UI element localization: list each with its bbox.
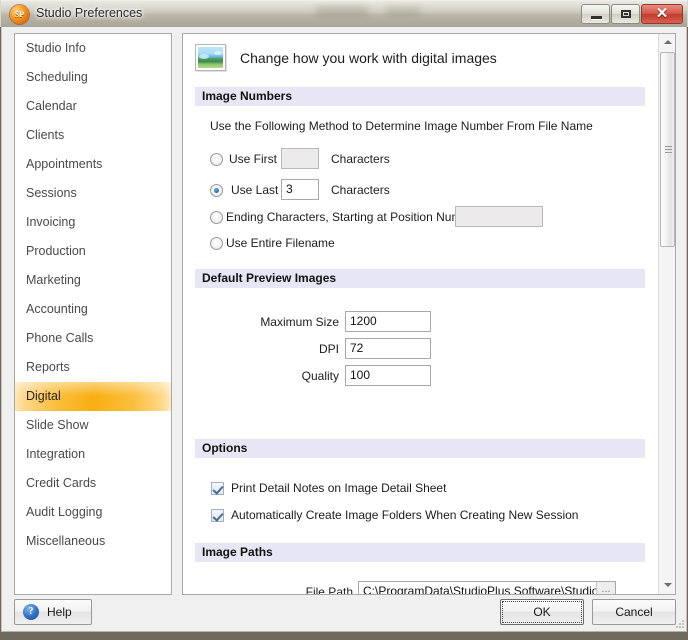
sidebar-item-sessions[interactable]: Sessions bbox=[15, 179, 171, 208]
use-last-characters-input[interactable]: 3 bbox=[281, 179, 319, 200]
use-last-characters-suffix: Characters bbox=[331, 183, 390, 197]
minimize-button[interactable] bbox=[581, 4, 610, 24]
quality-input[interactable]: 100 bbox=[345, 365, 431, 386]
sidebar-item-credit-cards[interactable]: Credit Cards bbox=[15, 469, 171, 498]
window-title: Studio Preferences bbox=[36, 6, 143, 20]
radio-ending-characters-label: Ending Characters, Starting at Position … bbox=[226, 210, 479, 224]
sidebar-item-calendar[interactable]: Calendar bbox=[15, 92, 171, 121]
sidebar-item-digital[interactable]: Digital bbox=[15, 382, 171, 411]
scrollbar-grip-icon bbox=[665, 145, 672, 154]
scroll-up-arrow-icon[interactable] bbox=[659, 34, 675, 51]
radio-use-last-label: Use Last bbox=[231, 183, 279, 197]
sidebar-item-integration[interactable]: Integration bbox=[15, 440, 171, 469]
sidebar-item-label: Sessions bbox=[26, 186, 77, 200]
radio-use-first-label: Use First bbox=[229, 152, 277, 166]
page-title: Change how you work with digital images bbox=[240, 49, 497, 66]
scroll-down-arrow-icon[interactable] bbox=[659, 577, 675, 594]
sidebar-item-label: Clients bbox=[26, 128, 65, 142]
ok-button[interactable]: OK bbox=[500, 599, 584, 625]
radio-ending-characters[interactable] bbox=[210, 211, 223, 224]
scrollbar-thumb[interactable] bbox=[660, 52, 675, 247]
close-button[interactable]: ✕ bbox=[641, 4, 683, 24]
dialog-body: Studio Info Scheduling Calendar Clients … bbox=[1, 27, 687, 632]
close-icon: ✕ bbox=[655, 5, 669, 22]
title-bar[interactable]: SP Studio Preferences ✕ bbox=[0, 0, 688, 27]
dialog-footer: ? Help OK Cancel bbox=[2, 593, 688, 631]
radio-use-entire-filename-label: Use Entire Filename bbox=[226, 236, 335, 250]
ending-characters-position-input[interactable] bbox=[455, 206, 543, 227]
section-header-options: Options bbox=[195, 439, 645, 458]
help-button-label: Help bbox=[47, 605, 72, 619]
section-header-image-paths: Image Paths bbox=[195, 543, 645, 562]
sidebar-item-label: Production bbox=[26, 244, 86, 258]
checkbox-print-detail-notes-label: Print Detail Notes on Image Detail Sheet bbox=[231, 481, 447, 495]
sidebar-item-label: Scheduling bbox=[26, 70, 88, 84]
sidebar-item-appointments[interactable]: Appointments bbox=[15, 150, 171, 179]
preferences-content-panel: Change how you work with digital images … bbox=[182, 33, 676, 595]
help-icon: ? bbox=[23, 604, 39, 620]
sidebar-item-label: Appointments bbox=[26, 157, 103, 171]
sidebar-item-label: Digital bbox=[26, 389, 61, 403]
sidebar-item-label: Studio Info bbox=[26, 41, 86, 55]
ok-button-label: OK bbox=[533, 605, 551, 619]
sidebar-item-label: Invoicing bbox=[26, 215, 76, 229]
dpi-label: DPI bbox=[318, 342, 339, 356]
maximum-size-input[interactable]: 1200 bbox=[345, 311, 431, 332]
content-vertical-scrollbar[interactable] bbox=[658, 34, 675, 594]
checkbox-auto-create-image-folders[interactable] bbox=[211, 509, 224, 522]
cancel-button-label: Cancel bbox=[615, 605, 653, 619]
radio-use-first[interactable] bbox=[210, 153, 223, 166]
sidebar-item-label: Accounting bbox=[26, 302, 88, 316]
help-button[interactable]: ? Help bbox=[14, 599, 92, 625]
sidebar-item-label: Integration bbox=[26, 447, 86, 461]
titlebar-backdrop-blur-2 bbox=[386, 6, 420, 17]
sidebar-item-miscellaneous[interactable]: Miscellaneous bbox=[15, 527, 171, 556]
sidebar-item-accounting[interactable]: Accounting bbox=[15, 295, 171, 324]
digital-settings-page: Change how you work with digital images … bbox=[183, 34, 658, 594]
checkbox-print-detail-notes[interactable] bbox=[211, 482, 224, 495]
radio-use-entire-filename[interactable] bbox=[210, 237, 223, 250]
sidebar-item-slide-show[interactable]: Slide Show bbox=[15, 411, 171, 440]
use-first-characters-input[interactable] bbox=[281, 148, 319, 169]
maximize-icon bbox=[621, 10, 631, 18]
preferences-sidebar: Studio Info Scheduling Calendar Clients … bbox=[14, 33, 172, 595]
dpi-input[interactable]: 72 bbox=[345, 338, 431, 359]
image-numbers-instruction: Use the Following Method to Determine Im… bbox=[210, 119, 593, 133]
sidebar-item-label: Audit Logging bbox=[26, 505, 103, 519]
checkbox-auto-create-image-folders-label: Automatically Create Image Folders When … bbox=[231, 508, 579, 522]
maximize-button[interactable] bbox=[611, 4, 640, 24]
sidebar-item-marketing[interactable]: Marketing bbox=[15, 266, 171, 295]
section-header-default-preview-images: Default Preview Images bbox=[195, 269, 645, 288]
sidebar-item-label: Marketing bbox=[26, 273, 81, 287]
sidebar-item-label: Calendar bbox=[26, 99, 77, 113]
studio-preferences-window: SP Studio Preferences ✕ Studio Info Sche… bbox=[0, 0, 688, 640]
titlebar-backdrop-blur bbox=[316, 6, 368, 17]
sidebar-item-label: Phone Calls bbox=[26, 331, 94, 345]
sidebar-item-label: Miscellaneous bbox=[26, 534, 106, 548]
sidebar-item-scheduling[interactable]: Scheduling bbox=[15, 63, 171, 92]
page-header: Change how you work with digital images bbox=[195, 44, 497, 71]
sidebar-item-studio-info[interactable]: Studio Info bbox=[15, 34, 171, 63]
cancel-button[interactable]: Cancel bbox=[592, 599, 676, 625]
minimize-icon bbox=[591, 16, 602, 20]
sidebar-item-label: Credit Cards bbox=[26, 476, 97, 490]
app-logo-icon: SP bbox=[10, 5, 29, 24]
sidebar-item-phone-calls[interactable]: Phone Calls bbox=[15, 324, 171, 353]
sidebar-item-production[interactable]: Production bbox=[15, 237, 171, 266]
sidebar-item-audit-logging[interactable]: Audit Logging bbox=[15, 498, 171, 527]
picture-icon-image bbox=[198, 47, 223, 68]
maximum-size-label: Maximum Size bbox=[260, 315, 339, 329]
resize-grip-icon[interactable] bbox=[675, 619, 685, 629]
radio-use-last[interactable] bbox=[210, 184, 223, 197]
sidebar-item-invoicing[interactable]: Invoicing bbox=[15, 208, 171, 237]
sidebar-item-label: Reports bbox=[26, 360, 70, 374]
sidebar-item-clients[interactable]: Clients bbox=[15, 121, 171, 150]
sidebar-item-label: Slide Show bbox=[26, 418, 89, 432]
sidebar-item-reports[interactable]: Reports bbox=[15, 353, 171, 382]
quality-label: Quality bbox=[301, 369, 339, 383]
use-first-characters-suffix: Characters bbox=[331, 152, 390, 166]
section-header-image-numbers: Image Numbers bbox=[195, 87, 645, 106]
picture-icon bbox=[195, 44, 226, 71]
window-controls: ✕ bbox=[581, 4, 683, 24]
